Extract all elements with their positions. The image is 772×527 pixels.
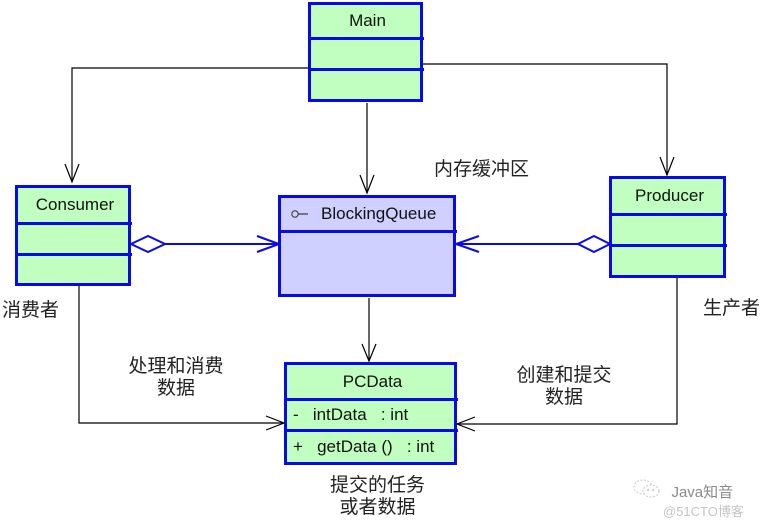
label-consume-line1: 处理和消费 [128,355,224,377]
label-task-line2: 或者数据 [339,496,416,518]
class-consumer[interactable]: Consumer [15,185,132,286]
class-producer-name: Producer [612,179,727,216]
label-buffer: 内存缓冲区 [434,158,530,180]
class-main[interactable]: Main [308,2,424,102]
class-consumer-operations [18,256,128,283]
label-consume-line2: 数据 [156,377,195,399]
interface-blockingqueue-header: BlockingQueue [281,198,457,233]
class-pcdata-operation: + getData () : int [293,437,435,456]
wechat-icon [633,478,661,505]
label-consumer-role: 消费者 [2,299,60,321]
dependency-main-consumer [64,67,310,184]
class-consumer-name: Consumer [18,188,132,225]
dependency-main-blockingqueue [359,103,375,195]
interface-blockingqueue-name: BlockingQueue [321,204,437,223]
label-task-data: 提交的任务 或者数据 [315,474,440,518]
dependency-producer-pcdata [455,278,678,432]
aggregation-producer-blockingqueue [452,234,613,254]
aggregation-consumer-blockingqueue [128,234,282,254]
interface-blockingqueue-body [281,233,453,294]
label-consume-data: 处理和消费 数据 [120,355,232,399]
label-produce-data: 创建和提交 数据 [506,364,622,408]
dependency-blockingqueue-pcdata [361,298,377,363]
label-produce-line1: 创建和提交 [516,364,612,386]
watermark: Java知音 @51CTO博客 [633,478,744,520]
interface-blockingqueue[interactable]: BlockingQueue [278,195,457,297]
label-produce-line2: 数据 [544,386,583,408]
class-main-name: Main [311,5,424,40]
class-producer-operations [612,247,723,275]
class-main-operations [311,71,420,99]
class-main-attributes [311,40,424,71]
class-pcdata[interactable]: PCData - intData : int + getData () : in… [284,362,458,465]
class-producer-attributes [612,216,727,247]
class-pcdata-name: PCData [287,365,458,401]
label-task-line1: 提交的任务 [329,474,425,496]
class-consumer-attributes [18,225,132,256]
watermark-line1: Java知音 [671,484,734,501]
interface-lollipop-icon [291,209,311,219]
label-producer-role: 生产者 [703,297,761,319]
watermark-line2: @51CTO博客 [663,504,744,519]
class-pcdata-attribute: - intData : int [287,401,458,432]
class-producer[interactable]: Producer [609,176,727,278]
